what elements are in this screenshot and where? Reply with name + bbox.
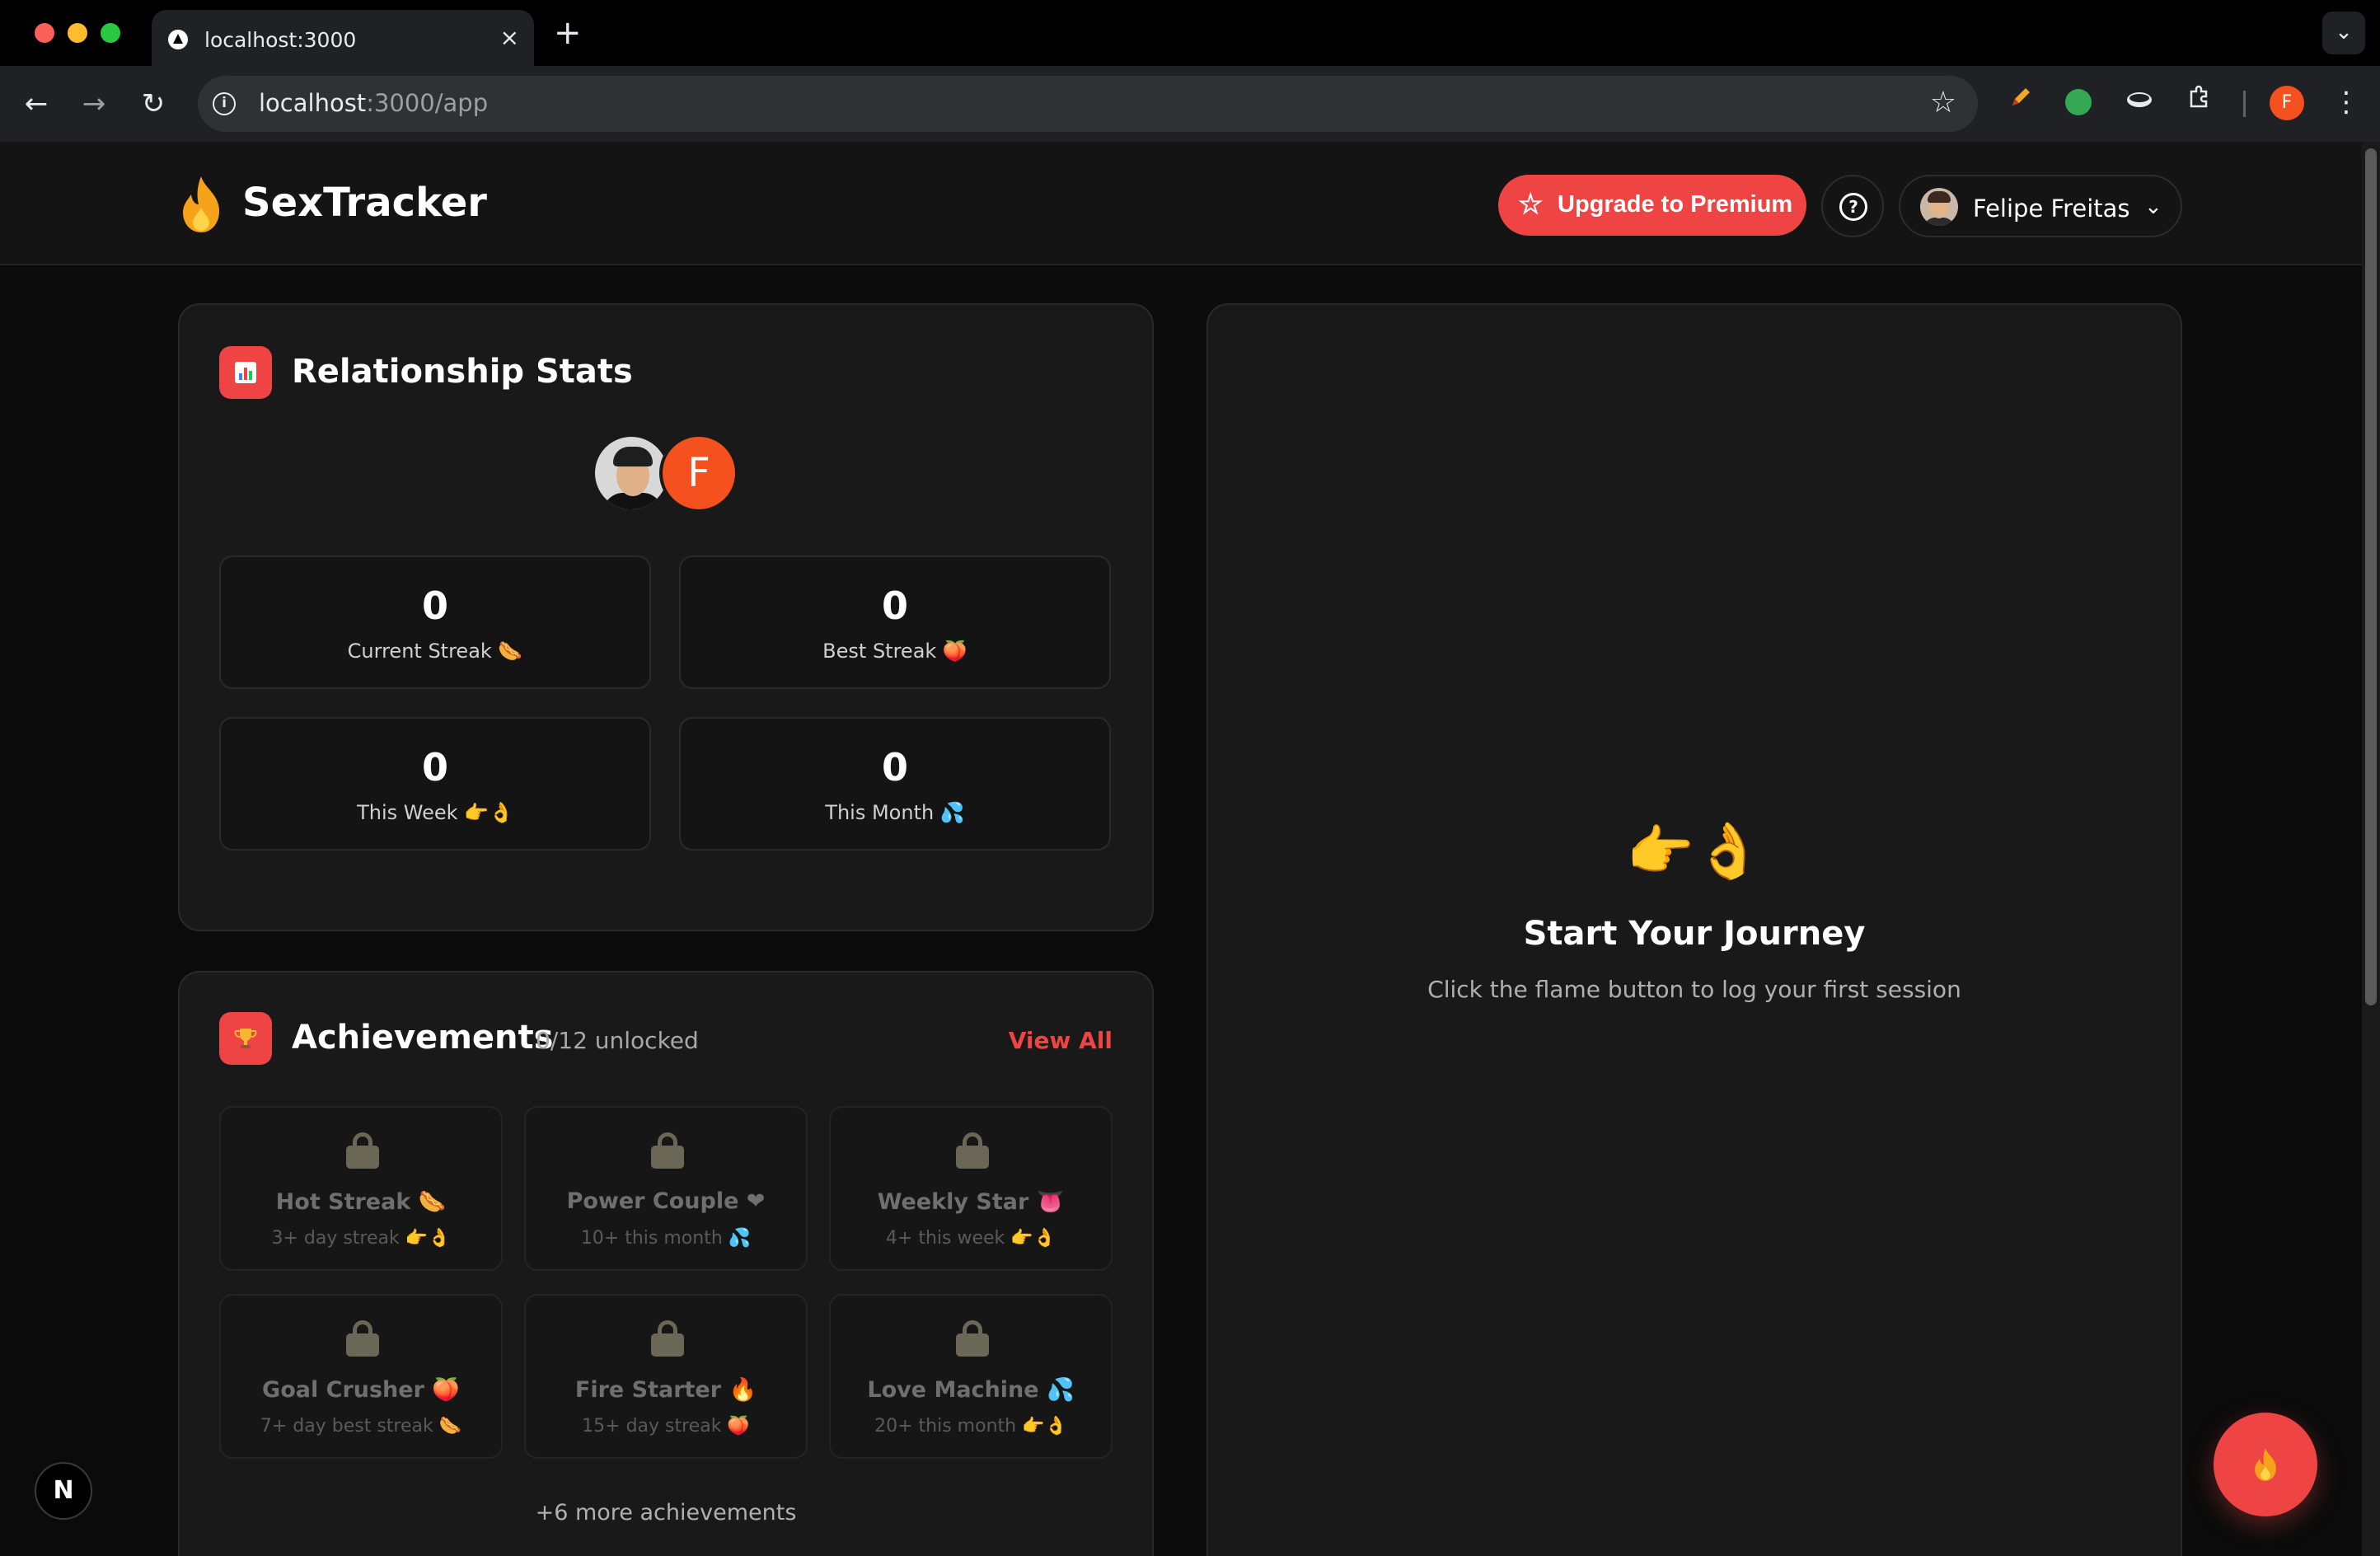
journey-title: Start Your Journey <box>1523 915 1866 953</box>
scrollbar-thumb[interactable] <box>2365 148 2377 1005</box>
stat-label: This Month 💦 <box>825 801 965 824</box>
address-bar[interactable]: i localhost:3000/app ☆ <box>198 76 1978 132</box>
flame-icon <box>2255 1448 2276 1481</box>
lock-icon <box>346 1320 379 1357</box>
new-tab-button[interactable]: + <box>554 15 582 51</box>
stats-title: Relationship Stats <box>292 353 633 391</box>
this-month-stat: 0 This Month 💦 <box>679 717 1111 851</box>
journey-subtitle: Click the flame button to log your first… <box>1427 976 1961 1003</box>
achievement-name: Weekly Star 👅 <box>877 1189 1065 1215</box>
relationship-stats-card: Relationship Stats F 0 Current Streak 🌭 … <box>178 303 1154 931</box>
app-page: SexTracker ☆ Upgrade to Premium ? Felipe… <box>0 142 2362 1556</box>
stat-value: 0 <box>881 745 908 790</box>
achievements-title: Achievements <box>292 1019 554 1057</box>
stat-label: Best Streak 🍑 <box>822 640 967 663</box>
achievement-name: Goal Crusher 🍑 <box>262 1377 460 1403</box>
help-icon: ? <box>1839 193 1867 221</box>
stat-value: 0 <box>881 584 908 628</box>
extensions-puzzle-icon[interactable] <box>2181 84 2217 120</box>
tab-close-icon[interactable]: × <box>500 23 519 53</box>
user-avatar <box>1920 188 1958 226</box>
achievement-desc: 10+ this month 💦 <box>580 1228 752 1249</box>
profile-avatar[interactable]: F <box>2270 86 2304 120</box>
browser-tab[interactable]: localhost:3000 × <box>152 10 534 66</box>
user-name: Felipe Freitas <box>1973 194 2130 223</box>
achievement-tile[interactable]: Hot Streak 🌭 3+ day streak 👉👌 <box>219 1106 503 1271</box>
disc-extension-icon[interactable] <box>2121 84 2157 120</box>
pen-extension-icon[interactable] <box>2003 84 2039 120</box>
best-streak-stat: 0 Best Streak 🍑 <box>679 555 1111 689</box>
browser-toolbar: ← → ↻ i localhost:3000/app ☆ F ⋮ <box>0 66 2380 142</box>
stat-label: This Week 👉👌 <box>357 801 513 824</box>
achievement-tile[interactable]: Weekly Star 👅 4+ this week 👉👌 <box>829 1106 1113 1271</box>
stat-label: Current Streak 🌭 <box>347 640 523 663</box>
achievement-desc: 20+ this month 👉👌 <box>874 1416 1067 1436</box>
lock-icon <box>346 1132 379 1169</box>
bar-chart-icon <box>219 346 272 399</box>
partner-avatar: F <box>659 434 738 513</box>
url-host: localhost <box>259 89 367 117</box>
chevron-down-icon: ⌄ <box>2144 194 2162 219</box>
stat-value: 0 <box>421 745 448 790</box>
achievement-desc: 3+ day streak 👉👌 <box>271 1228 451 1249</box>
site-info-icon[interactable]: i <box>213 92 236 115</box>
forward-button[interactable]: → <box>76 86 112 122</box>
achievements-count: 0/12 unlocked <box>536 1027 699 1054</box>
star-icon: ☆ <box>1518 189 1544 220</box>
lock-icon <box>956 1132 989 1169</box>
app-header: SexTracker ☆ Upgrade to Premium ? Felipe… <box>0 142 2362 265</box>
achievements-card: Achievements 0/12 unlocked View All Hot … <box>178 971 1154 1556</box>
flame-logo-icon <box>183 176 219 232</box>
stat-value: 0 <box>421 584 448 628</box>
upgrade-premium-button[interactable]: ☆ Upgrade to Premium <box>1498 175 1806 236</box>
browser-tab-bar: localhost:3000 × + ⌄ <box>0 0 2380 66</box>
reload-button[interactable]: ↻ <box>135 86 171 122</box>
achievement-tile[interactable]: Power Couple ❤ 10+ this month 💦 <box>524 1106 808 1271</box>
maximize-window-button[interactable] <box>101 23 120 43</box>
achievement-tile[interactable]: Fire Starter 🔥 15+ day streak 🍑 <box>524 1294 808 1459</box>
tab-search-button[interactable]: ⌄ <box>2322 12 2365 54</box>
journey-card: 👉👌 Start Your Journey Click the flame bu… <box>1206 303 2182 1556</box>
browser-menu-icon[interactable]: ⋮ <box>2332 84 2360 120</box>
achievement-name: Love Machine 💦 <box>867 1377 1075 1403</box>
trophy-icon <box>219 1012 272 1065</box>
toolbar-separator <box>2243 91 2246 117</box>
vercel-favicon-icon <box>168 30 188 49</box>
back-button[interactable]: ← <box>18 86 54 122</box>
hand-gesture-icon: 👉👌 <box>1626 819 1763 883</box>
achievement-desc: 7+ day best streak 🌭 <box>260 1416 462 1436</box>
url-text[interactable]: localhost:3000/app <box>259 89 488 117</box>
achievement-name: Power Couple ❤ <box>566 1188 766 1214</box>
close-window-button[interactable] <box>35 23 54 43</box>
this-week-stat: 0 This Week 👉👌 <box>219 717 651 851</box>
view-all-link[interactable]: View All <box>1009 1027 1113 1054</box>
current-streak-stat: 0 Current Streak 🌭 <box>219 555 651 689</box>
cursor-extension-icon[interactable] <box>2060 84 2097 120</box>
brand-title[interactable]: SexTracker <box>242 180 487 226</box>
achievement-tile[interactable]: Goal Crusher 🍑 7+ day best streak 🌭 <box>219 1294 503 1459</box>
nextjs-dev-badge[interactable]: N <box>35 1462 92 1520</box>
achievement-desc: 15+ day streak 🍑 <box>582 1416 750 1436</box>
minimize-window-button[interactable] <box>68 23 87 43</box>
achievement-name: Hot Streak 🌭 <box>275 1189 447 1215</box>
page-scrollbar[interactable] <box>2362 142 2380 1556</box>
achievement-tile[interactable]: Love Machine 💦 20+ this month 👉👌 <box>829 1294 1113 1459</box>
log-session-flame-button[interactable] <box>2214 1413 2317 1516</box>
achievement-name: Fire Starter 🔥 <box>574 1377 757 1403</box>
tab-title: localhost:3000 <box>204 28 357 52</box>
url-path: :3000/app <box>366 89 489 117</box>
achievement-desc: 4+ this week 👉👌 <box>885 1228 1056 1249</box>
user-menu-button[interactable]: Felipe Freitas ⌄ <box>1899 175 2182 237</box>
more-achievements-text: +6 more achievements <box>535 1500 797 1526</box>
upgrade-label: Upgrade to Premium <box>1558 191 1793 218</box>
help-button[interactable]: ? <box>1821 175 1884 237</box>
lock-icon <box>956 1320 989 1357</box>
bookmark-star-icon[interactable]: ☆ <box>1930 86 1956 120</box>
lock-icon <box>651 1132 684 1169</box>
lock-icon <box>651 1320 684 1357</box>
